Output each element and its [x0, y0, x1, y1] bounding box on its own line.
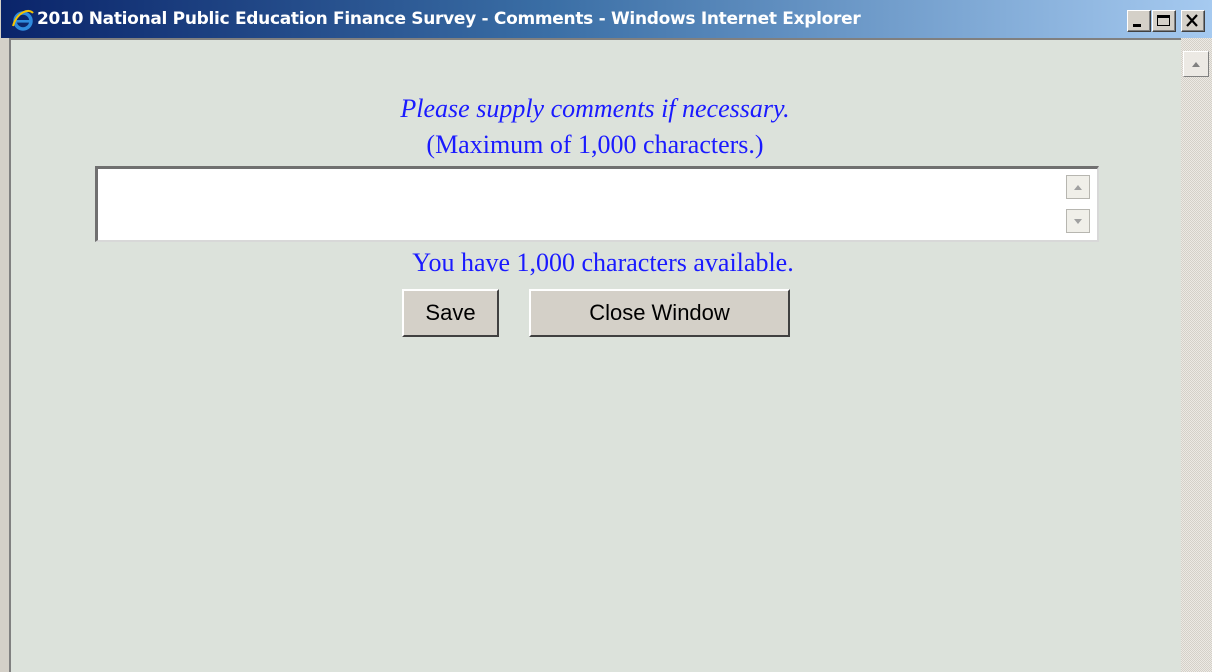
page-scrollbar[interactable]: [1181, 38, 1212, 672]
close-icon: [1186, 14, 1198, 27]
textarea-scroll-down-button[interactable]: [1066, 209, 1090, 233]
instruction-text: Please supply comments if necessary.: [400, 94, 790, 123]
comments-textarea[interactable]: [98, 169, 1058, 239]
arrow-up-icon: [1192, 62, 1200, 67]
maximize-icon: [1157, 15, 1170, 26]
character-limit-note: (Maximum of 1,000 characters.): [426, 130, 764, 159]
minimize-icon: [1133, 24, 1141, 27]
arrow-down-icon: [1074, 219, 1082, 224]
internet-explorer-icon: [12, 9, 34, 31]
minimize-button[interactable]: [1127, 10, 1151, 32]
arrow-up-icon: [1074, 185, 1082, 190]
browser-window: 2010 National Public Education Finance S…: [0, 0, 1212, 672]
characters-available-text: You have 1,000 characters available.: [412, 248, 794, 277]
title-bar[interactable]: 2010 National Public Education Finance S…: [1, 0, 1212, 38]
page-scroll-up-button[interactable]: [1183, 51, 1209, 77]
comments-textarea-frame: [95, 166, 1099, 242]
close-window-button[interactable]: Close Window: [529, 289, 790, 337]
save-button[interactable]: Save: [402, 289, 499, 337]
maximize-button[interactable]: [1152, 10, 1176, 32]
close-button[interactable]: [1181, 10, 1205, 32]
window-title: 2010 National Public Education Finance S…: [37, 9, 861, 29]
textarea-scroll-up-button[interactable]: [1066, 175, 1090, 199]
